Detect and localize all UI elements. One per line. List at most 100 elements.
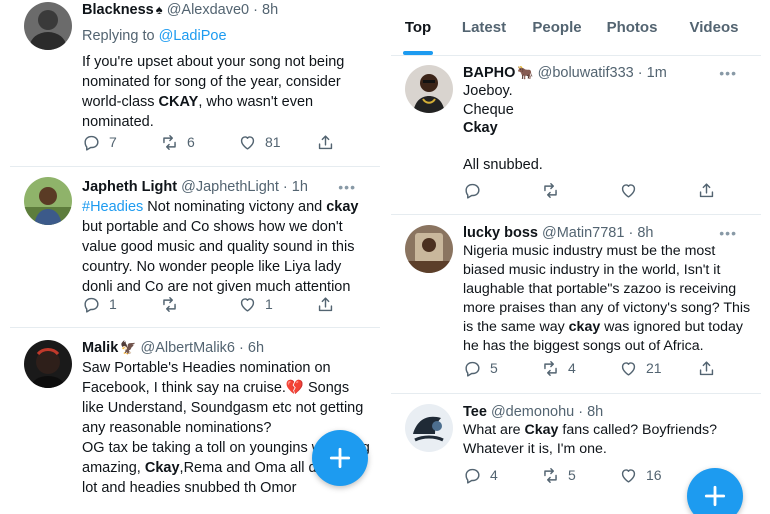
avatar[interactable] (24, 340, 72, 388)
tab-videos[interactable]: Videos (679, 0, 749, 56)
like-button[interactable] (619, 179, 638, 201)
reply-button[interactable]: 4 (463, 464, 498, 486)
share-icon (699, 360, 714, 375)
hashtag-link[interactable]: #Headies (82, 199, 143, 215)
highlight-term: Ckay (463, 120, 498, 136)
reply-icon (465, 183, 480, 199)
tweet-text-part: Not nominating victony and (143, 199, 327, 215)
share-button[interactable] (697, 179, 716, 201)
tweet-text-line: Joeboy. (463, 83, 513, 99)
left-feed: Blackness ♠ @Alexdave0 · 8h Replying to @… (10, 0, 380, 514)
retweet-button[interactable] (160, 293, 187, 315)
like-button[interactable]: 1 (238, 293, 273, 315)
highlight-term: Ckay (144, 460, 180, 476)
tab-photos[interactable]: Photos (599, 0, 665, 56)
retweet-icon (544, 467, 557, 483)
username[interactable]: @demonohu (491, 404, 574, 420)
timestamp[interactable]: 8h (262, 2, 278, 18)
tweet-text: Joeboy. Cheque Ckay All snubbed. (463, 82, 751, 174)
tweet[interactable]: Japheth Light @JaphethLight · 1h ••• #He… (10, 167, 380, 327)
like-button[interactable]: 81 (238, 131, 281, 153)
tweet-actions: 7 6 81 (82, 131, 352, 153)
retweet-button[interactable] (541, 179, 560, 201)
like-button[interactable]: 21 (619, 357, 662, 379)
reply-button[interactable] (463, 179, 482, 201)
right-feed: Top Latest People Photos Videos BAPHO 🐂 @… (391, 0, 761, 514)
avatar[interactable] (24, 177, 72, 225)
avatar[interactable] (24, 2, 72, 50)
tweet-header: lucky boss @Matin7781 · 8h ••• (463, 223, 749, 243)
tweet-text-part: but portable and Co shows how we don't v… (82, 219, 355, 295)
retweet-count: 6 (187, 134, 195, 150)
reply-count: 5 (490, 360, 498, 376)
like-button[interactable]: 16 (619, 464, 662, 486)
more-icon[interactable]: ••• (719, 223, 737, 243)
reply-icon (84, 297, 99, 313)
display-name[interactable]: Malik (82, 340, 118, 356)
reply-count: 7 (109, 134, 117, 150)
compose-icon (329, 447, 351, 469)
separator-dot: · (578, 404, 584, 420)
timestamp[interactable]: 6h (248, 340, 264, 356)
like-count: 1 (265, 296, 273, 312)
timestamp[interactable]: 1h (292, 179, 308, 195)
timestamp[interactable]: 8h (637, 225, 653, 241)
tweet-text: Nigeria music industry must be the most … (463, 242, 751, 356)
retweet-button[interactable]: 6 (160, 131, 195, 153)
retweet-icon (163, 296, 176, 312)
username[interactable]: @Matin7781 (542, 225, 624, 241)
tweet-text: #Headies Not nominating victony and ckay… (82, 197, 370, 297)
retweet-button[interactable]: 4 (541, 357, 576, 379)
reply-button[interactable]: 5 (463, 357, 498, 379)
avatar[interactable] (405, 225, 453, 273)
separator-dot: · (282, 179, 288, 195)
like-icon (240, 135, 255, 150)
username[interactable]: @boluwatif333 (538, 65, 634, 81)
username[interactable]: @AlbertMalik6 (140, 340, 235, 356)
tweet[interactable]: Blackness ♠ @Alexdave0 · 8h Replying to @… (10, 0, 380, 166)
tab-people[interactable]: People (525, 0, 589, 56)
timestamp[interactable]: 1m (647, 65, 667, 81)
separator-dot: · (253, 2, 258, 18)
share-icon (318, 134, 333, 149)
avatar[interactable] (405, 65, 453, 113)
like-count: 16 (646, 467, 662, 483)
display-name[interactable]: Blackness (82, 2, 154, 18)
compose-icon (704, 485, 726, 507)
like-icon (621, 468, 636, 483)
avatar[interactable] (405, 404, 453, 452)
like-icon (240, 297, 255, 312)
separator-dot: · (628, 225, 634, 241)
reply-button[interactable]: 7 (82, 131, 117, 153)
tab-latest[interactable]: Latest (453, 0, 515, 56)
display-name[interactable]: Japheth Light (82, 179, 177, 195)
display-name[interactable]: lucky boss (463, 225, 538, 241)
more-icon[interactable]: ••• (719, 63, 737, 83)
tweet-text: If you're upset about your song not bein… (82, 52, 370, 132)
share-button[interactable] (316, 131, 335, 153)
display-name[interactable]: Tee (463, 404, 487, 420)
tweet[interactable]: Malik 🦅 @AlbertMalik6 · 6h Saw Portable's… (10, 328, 380, 514)
tweet-header: BAPHO 🐂 @boluwatif333 · 1m ••• (463, 63, 749, 83)
username[interactable]: @JaphethLight (181, 179, 279, 195)
more-icon[interactable]: ••• (338, 177, 356, 197)
tweet[interactable]: BAPHO 🐂 @boluwatif333 · 1m ••• Joeboy. Ch… (391, 57, 761, 217)
username[interactable]: @Alexdave0 (167, 2, 249, 18)
share-button[interactable] (697, 357, 716, 379)
reply-button[interactable]: 1 (82, 293, 117, 315)
retweet-button[interactable]: 5 (541, 464, 576, 486)
share-button[interactable] (316, 293, 335, 315)
replying-to: Replying to @LadiPoe (82, 26, 370, 46)
tab-top[interactable]: Top (391, 0, 445, 56)
replying-to-link[interactable]: @LadiPoe (159, 28, 227, 44)
highlight-term: CKAY (158, 94, 199, 110)
share-icon (318, 296, 333, 311)
replying-label: Replying to (82, 28, 159, 44)
retweet-icon (544, 360, 557, 376)
tweet[interactable]: lucky boss @Matin7781 · 8h ••• Nigeria m… (391, 215, 761, 395)
timestamp[interactable]: 8h (587, 404, 603, 420)
tweet-text-part: What are (463, 422, 525, 438)
compose-tweet-button[interactable] (312, 430, 368, 486)
display-name[interactable]: BAPHO (463, 65, 515, 81)
tweet-header: Japheth Light @JaphethLight · 1h ••• (82, 177, 368, 197)
